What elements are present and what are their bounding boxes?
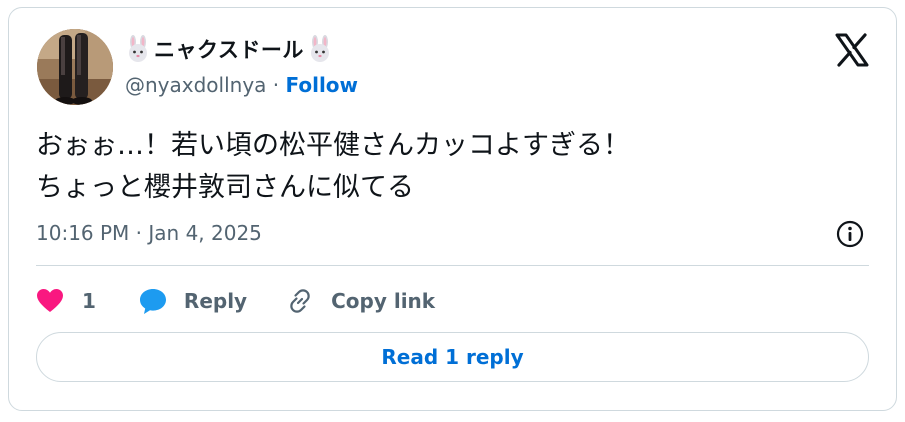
copy-link-button[interactable]: Copy link	[285, 286, 435, 316]
rabbit-face-icon	[306, 35, 334, 63]
tweet-text: おぉぉ…！若い頃の松平健さんカッコよすぎる！ ちょっと櫻井敦司さんに似てる	[36, 125, 856, 209]
avatar[interactable]	[37, 29, 113, 105]
x-logo-icon[interactable]	[834, 32, 870, 68]
heart-icon	[36, 288, 64, 314]
author-handle[interactable]: @nyaxdollnya	[125, 73, 266, 97]
separator-dot: ·	[272, 73, 280, 97]
divider	[36, 265, 869, 266]
rabbit-face-icon	[124, 35, 152, 63]
like-button[interactable]: 1	[36, 288, 96, 314]
author-display-name[interactable]: ニャクスドール	[124, 34, 334, 64]
info-icon[interactable]	[835, 219, 865, 249]
link-icon	[285, 286, 315, 316]
tweet-card: ニャクスドール @nyaxdollnya · Follow おぉぉ…！若い頃の松…	[8, 7, 897, 411]
author-handle-row: @nyaxdollnya · Follow	[125, 73, 358, 97]
like-count: 1	[82, 289, 96, 313]
tweet-text-line: おぉぉ…！若い頃の松平健さんカッコよすぎる！	[36, 130, 630, 161]
reply-button[interactable]: Reply	[138, 287, 247, 315]
avatar-image	[37, 29, 113, 105]
tweet-text-line: ちょっと櫻井敦司さんに似てる	[36, 172, 414, 203]
reply-label: Reply	[183, 289, 248, 313]
author-name-text: ニャクスドール	[154, 38, 304, 62]
reply-bubble-icon	[138, 287, 168, 315]
copy-link-label: Copy link	[331, 289, 436, 313]
read-replies-button[interactable]: Read 1 reply	[36, 332, 869, 382]
tweet-timestamp[interactable]: 10:16 PM · Jan 4, 2025	[36, 221, 262, 245]
follow-button[interactable]: Follow	[286, 73, 359, 97]
action-bar: 1 Reply Copy link	[36, 283, 435, 319]
